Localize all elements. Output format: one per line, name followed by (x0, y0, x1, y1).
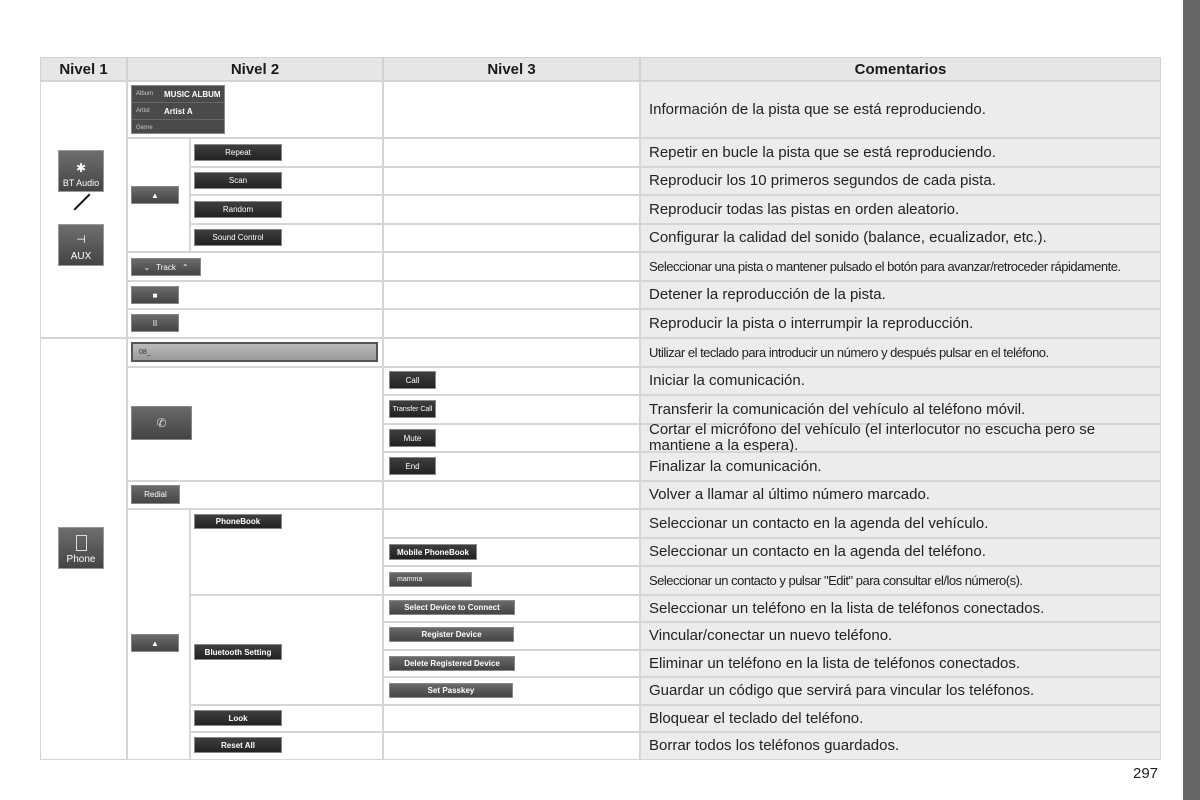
track-label: Track (156, 262, 176, 272)
phonebook-button[interactable]: PhoneBook (194, 514, 282, 529)
cell (383, 281, 640, 309)
sound-control-button[interactable]: Sound Control (194, 229, 282, 246)
handset-button[interactable]: ✆ (131, 406, 192, 440)
genre-label: Genre (136, 125, 153, 131)
set-passkey-button[interactable]: Set Passkey (389, 683, 513, 698)
transfer-call-button[interactable]: Transfer Call (389, 400, 436, 418)
audio-menu-button[interactable]: ▲ (131, 186, 179, 204)
pause-button[interactable]: II (131, 314, 179, 332)
artist-row: Artist Artist A (132, 103, 224, 120)
stop-icon: ■ (152, 290, 158, 300)
comment-phonebook: Seleccionar un contacto en la agenda del… (640, 509, 1161, 538)
genre-row: Genre (132, 120, 224, 136)
bluetooth-setting-button[interactable]: Bluetooth Setting (194, 644, 282, 660)
aux-source-button[interactable]: ⊣ AUX (58, 224, 104, 266)
comment-scan: Reproducir los 10 primeros segundos de c… (640, 167, 1161, 195)
mute-button[interactable]: Mute (389, 429, 436, 447)
call-button[interactable]: Call (389, 371, 436, 389)
bt-audio-label: BT Audio (62, 178, 100, 188)
phone-source-button[interactable]: Phone (58, 527, 104, 569)
lock-button[interactable]: Look (194, 710, 282, 726)
comment-track-info: Información de la pista que se está repr… (640, 81, 1161, 138)
cell (383, 224, 640, 252)
header-nivel-1: Nivel 1 (40, 57, 127, 81)
pause-icon: II (152, 318, 158, 328)
select-device-button[interactable]: Select Device to Connect (389, 600, 515, 615)
cell (383, 195, 640, 224)
delete-device-button[interactable]: Delete Registered Device (389, 656, 515, 671)
comment-redial: Volver a llamar al último número marcado… (640, 481, 1161, 509)
comment-select-device: Seleccionar un teléfono en la lista de t… (640, 595, 1161, 622)
track-button[interactable]: ⌄ Track ⌃ (131, 258, 201, 276)
comment-mobile-phonebook: Seleccionar un contacto en la agenda del… (640, 538, 1161, 566)
comment-end: Finalizar la comunicación. (640, 452, 1161, 481)
cell (383, 309, 640, 338)
aux-label: AUX (70, 251, 92, 262)
comment-reset-all: Borrar todos los teléfonos guardados. (640, 732, 1161, 760)
chevron-down-icon: ⌄ (143, 262, 151, 272)
comment-stop: Detener la reproducción de la pista. (640, 281, 1161, 309)
comment-track: Seleccionar una pista o mantener pulsado… (640, 252, 1161, 281)
cell (383, 138, 640, 167)
contact-mamma-item[interactable]: mamma (389, 572, 472, 587)
header-comentarios: Comentarios (640, 57, 1161, 81)
cell (383, 81, 640, 138)
bt-audio-source-button[interactable]: ✱ BT Audio (58, 150, 104, 192)
track-info-display: Album MUSIC ALBUM Artist Artist A Genre (131, 85, 225, 134)
stop-button[interactable]: ■ (131, 286, 179, 304)
cell (383, 509, 640, 538)
header-nivel-3: Nivel 3 (383, 57, 640, 81)
header-nivel-2: Nivel 2 (127, 57, 383, 81)
triangle-up-icon: ▲ (151, 190, 159, 200)
chevron-up-icon: ⌃ (181, 262, 189, 272)
comment-register-device: Vincular/conectar un nuevo teléfono. (640, 622, 1161, 650)
nivel1-audio-cell (40, 81, 127, 338)
comment-delete-device: Eliminar un teléfono en la lista de telé… (640, 650, 1161, 677)
reset-all-button[interactable]: Reset All (194, 737, 282, 753)
phone-device-icon (75, 535, 87, 551)
comment-repeat: Repetir en bucle la pista que se está re… (640, 138, 1161, 167)
album-row: Album MUSIC ALBUM (132, 86, 224, 103)
comment-lock: Bloquear el teclado del teléfono. (640, 705, 1161, 732)
comment-sound-control: Configurar la calidad del sonido (balanc… (640, 224, 1161, 252)
bluetooth-icon: ✱ (75, 161, 87, 175)
aux-cable-icon: ⊣ (76, 234, 86, 246)
comment-random: Reproducir todas las pistas en orden ale… (640, 195, 1161, 224)
artist-value: Artist A (164, 106, 193, 116)
triangle-up-icon: ▲ (151, 638, 159, 648)
cell (383, 167, 640, 195)
album-value: MUSIC ALBUM (164, 89, 221, 99)
comment-mute: Cortar el micrófono del vehículo (el int… (640, 422, 1161, 454)
cell (383, 252, 640, 281)
comment-contact: Seleccionar un contacto y pulsar "Edit" … (640, 566, 1161, 595)
comment-keypad: Utilizar el teclado para introducir un n… (640, 338, 1161, 367)
register-device-button[interactable]: Register Device (389, 627, 514, 642)
comment-call: Iniciar la comunicación. (640, 367, 1161, 395)
cell (383, 705, 640, 732)
scan-button[interactable]: Scan (194, 172, 282, 189)
comment-transfer: Transferir la comunicación del vehículo … (640, 395, 1161, 424)
redial-button[interactable]: Redial (131, 485, 180, 504)
mobile-phonebook-button[interactable]: Mobile PhoneBook (389, 544, 477, 560)
cell (383, 338, 640, 367)
phone-label: Phone (66, 554, 96, 565)
chapter-tab (1183, 0, 1200, 800)
phone-number-input[interactable]: 08_ (131, 342, 378, 362)
end-button[interactable]: End (389, 457, 436, 475)
handset-icon: ✆ (156, 416, 167, 430)
page-number: 297 (1133, 765, 1159, 782)
comment-pause: Reproducir la pista o interrumpir la rep… (640, 309, 1161, 338)
cell (383, 481, 640, 509)
album-label: Album (136, 91, 154, 97)
repeat-button[interactable]: Repeat (194, 144, 282, 161)
comment-set-passkey: Guardar un código que servirá para vincu… (640, 677, 1161, 705)
phone-menu-button[interactable]: ▲ (131, 634, 179, 652)
cell (383, 732, 640, 760)
artist-label: Artist (136, 108, 150, 114)
random-button[interactable]: Random (194, 201, 282, 218)
